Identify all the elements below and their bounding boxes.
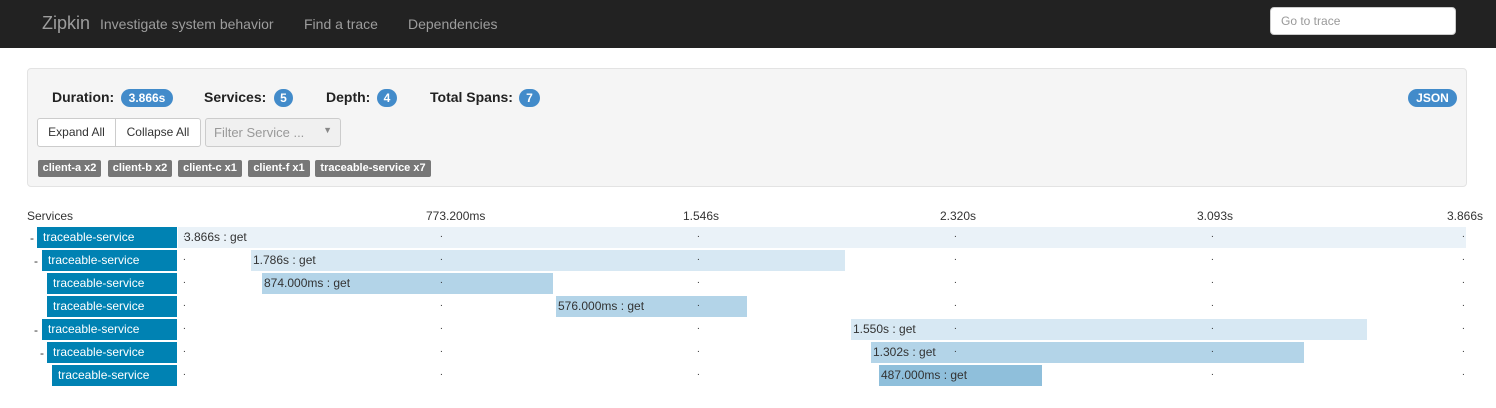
span-bar[interactable]: 3.866s : get [182,227,1466,248]
service-tag-client-b[interactable]: client-b x2 [108,160,172,177]
grid-dot: . [440,344,443,355]
timeline-tick: 3.093s [1197,209,1234,223]
timeline-tick: 1.546s [683,209,720,223]
grid-dot: . [1211,344,1214,355]
grid-dot: . [183,344,186,355]
span-service-name[interactable]: traceable-service [42,319,177,340]
grid-dot: . [183,252,186,263]
duration-badge: 3.866s [121,89,173,107]
grid-dot: . [697,229,700,240]
grid-dot: . [954,344,957,355]
grid-dot: . [954,321,957,332]
brand-tagline: Investigate system behavior [100,16,274,32]
filter-service-placeholder: Filter Service ... [214,125,305,140]
grid-dot: . [440,298,443,309]
grid-dot: . [954,229,957,240]
depth-badge: 4 [377,89,397,107]
service-tag-traceable-service[interactable]: traceable-service x7 [315,160,431,177]
goto-trace-input[interactable] [1270,7,1456,35]
grid-dot: . [954,298,957,309]
chevron-down-icon: ▼ [323,125,332,135]
services-badge: 5 [274,89,293,107]
nav-dependencies[interactable]: Dependencies [408,16,498,32]
grid-dot: . [1462,252,1465,263]
span-bar[interactable]: 487.000ms : get [879,365,1042,386]
grid-dot: . [1462,229,1465,240]
span-bar[interactable]: 1.550s : get [851,319,1367,340]
grid-dot: . [697,321,700,332]
grid-dot: . [1211,252,1214,263]
grid-dot: . [954,275,957,286]
span-service-name[interactable]: traceable-service [52,365,177,386]
service-tag-client-a[interactable]: client-a x2 [38,160,101,177]
timeline-tick: 2.320s [940,209,977,223]
grid-dot: . [1211,367,1214,378]
grid-dot: . [183,229,186,240]
span-bar[interactable]: 576.000ms : get [556,296,747,317]
brand-logo[interactable]: Zipkin [42,13,90,34]
span-service-name[interactable]: traceable-service [42,250,177,271]
grid-dot: . [1462,298,1465,309]
total-spans-label: Total Spans: [430,89,513,105]
span-expand-toggle[interactable]: - [34,254,38,268]
services-label: Services: [204,89,267,105]
expand-all-button[interactable]: Expand All [37,118,116,147]
span-bar[interactable]: 874.000ms : get [262,273,553,294]
grid-dot: . [440,252,443,263]
grid-dot: . [1211,298,1214,309]
span-expand-toggle[interactable]: - [40,346,44,360]
span-bar[interactable]: 1.786s : get [251,250,845,271]
span-service-name[interactable]: traceable-service [47,342,177,363]
grid-dot: . [1211,275,1214,286]
grid-dot: . [183,321,186,332]
grid-dot: . [440,321,443,332]
grid-dot: . [1462,275,1465,286]
span-service-name[interactable]: traceable-service [47,296,177,317]
navbar: Zipkin Investigate system behavior Find … [0,0,1496,48]
span-expand-toggle[interactable]: - [34,323,38,337]
grid-dot: . [440,229,443,240]
duration-label: Duration: [52,89,115,105]
timeline-tick: 3.866s [1447,209,1484,223]
collapse-all-button[interactable]: Collapse All [115,118,201,147]
timeline-services-header: Services [27,209,74,223]
grid-dot: . [697,275,700,286]
grid-dot: . [697,252,700,263]
grid-dot: . [1462,321,1465,332]
grid-dot: . [1462,367,1465,378]
grid-dot: . [697,367,700,378]
grid-dot: . [697,298,700,309]
grid-dot: . [954,367,957,378]
depth-label: Depth: [326,89,371,105]
span-service-name[interactable]: traceable-service [37,227,177,248]
service-tag-client-f[interactable]: client-f x1 [248,160,310,177]
grid-dot: . [183,275,186,286]
service-tag-client-c[interactable]: client-c x1 [178,160,242,177]
timeline-tick: 773.200ms [426,209,486,223]
total-spans-badge: 7 [519,89,540,107]
grid-dot: . [1211,229,1214,240]
grid-dot: . [183,298,186,309]
json-button[interactable]: JSON [1408,89,1457,107]
span-expand-toggle[interactable]: - [30,231,34,245]
span-bar[interactable]: 1.302s : get [871,342,1304,363]
grid-dot: . [440,367,443,378]
grid-dot: . [1211,321,1214,332]
grid-dot: . [697,344,700,355]
filter-service-select[interactable]: Filter Service ... ▼ [205,118,341,147]
span-service-name[interactable]: traceable-service [47,273,177,294]
grid-dot: . [1462,344,1465,355]
nav-find-trace[interactable]: Find a trace [304,16,378,32]
grid-dot: . [183,367,186,378]
grid-dot: . [954,252,957,263]
grid-dot: . [440,275,443,286]
